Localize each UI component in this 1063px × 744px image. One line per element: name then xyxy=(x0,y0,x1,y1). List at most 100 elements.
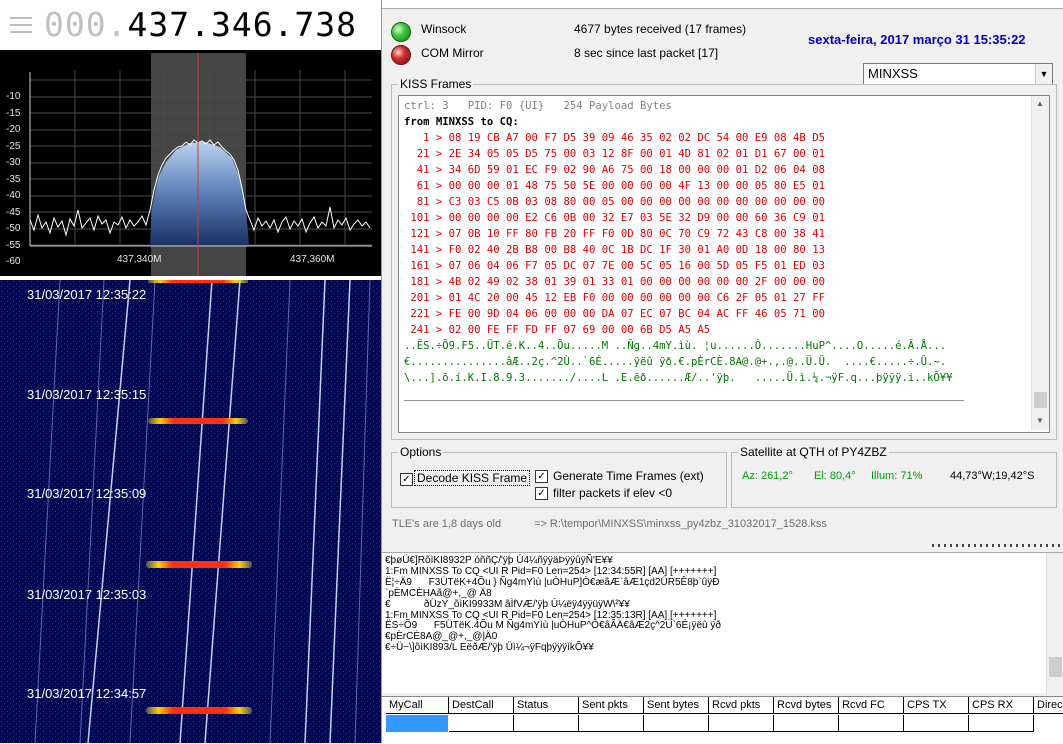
mhz-label-right: 437,360M xyxy=(290,254,335,265)
hex-line: 21 > 2E 34 05 05 D5 75 00 03 12 8F 00 01… xyxy=(404,148,825,160)
terminal-line: € ðÜzY_õìKI9933M ãÌfVÆ/'ÿþ Ú¼ëÿ4ÿÿüÿW\²¥… xyxy=(385,598,630,610)
db-label-10: -10 xyxy=(6,91,21,102)
db-label-45: -45 xyxy=(6,207,21,218)
tle-age-text: TLE's are 1,8 days old xyxy=(392,518,502,530)
db-label-35: -35 xyxy=(6,174,21,185)
col-status[interactable]: Status xyxy=(514,697,579,714)
timestamp-2: 31/03/2017 12:35:15 xyxy=(27,387,147,402)
window-titlebar[interactable] xyxy=(382,0,1063,9)
db-label-40: -40 xyxy=(6,190,21,201)
grid-cell[interactable] xyxy=(514,715,579,732)
log-file-path: => R:\tempor\MINXSS\minxss_py4zbz_310320… xyxy=(534,518,827,530)
splitter-grip-icon[interactable] xyxy=(932,544,1062,547)
grid-cell[interactable] xyxy=(709,715,774,732)
decode-kiss-label[interactable]: Decode KISS Frame xyxy=(414,470,531,486)
since-last-packet-text: 8 sec since last packet [17] xyxy=(574,46,719,60)
col-destcall[interactable]: DestCall xyxy=(449,697,514,714)
col-mycall[interactable]: MyCall xyxy=(386,697,449,714)
terminal-line: `pÈMCÈHAã@+,_@ Ä8 xyxy=(385,587,492,599)
frequency-readout[interactable]: 000.437.346.738 xyxy=(44,5,357,44)
kiss-scrollbar[interactable]: ▲ ▼ xyxy=(1031,96,1049,430)
filter-packets-label[interactable]: filter packets if elev <0 xyxy=(553,486,672,500)
bytes-received-text: 4677 bytes received (17 frames) xyxy=(574,22,747,36)
hex-line: 201 > 01 4C 20 00 45 12 EB F0 00 00 00 0… xyxy=(404,292,825,304)
scroll-down-icon[interactable]: ▼ xyxy=(1036,416,1044,425)
scroll-up-icon[interactable]: ▲ xyxy=(1036,99,1044,108)
grid-cell[interactable] xyxy=(969,715,1034,732)
panel-splitter[interactable] xyxy=(382,540,1063,553)
frequency-digits: 437.346.738 xyxy=(127,5,358,44)
col-direction[interactable]: Direc xyxy=(1034,697,1063,714)
satellite-select[interactable]: MINXSS ▼ xyxy=(863,63,1053,85)
db-label-55: -55 xyxy=(6,240,21,251)
terminal-scrollbar[interactable] xyxy=(1046,553,1063,693)
satellite-select-value: MINXSS xyxy=(868,66,918,81)
position-value: 44,73°W;19,42°S xyxy=(950,470,1035,482)
db-label-20: -20 xyxy=(6,124,21,135)
kiss-from: from MINXSS to CQ: xyxy=(404,116,519,128)
chevron-down-icon[interactable]: ▼ xyxy=(1035,64,1052,84)
kiss-frames-textbox[interactable]: ctrl: 3 PID: F0 {UI} 254 Payload Bytes fr… xyxy=(398,95,1050,433)
generate-time-frames-checkbox[interactable]: ✓ xyxy=(535,470,548,483)
grid-cell[interactable] xyxy=(644,715,709,732)
timestamp-5: 31/03/2017 12:34:57 xyxy=(27,686,147,701)
hex-line: 81 > C3 03 C5 0B 03 08 80 00 05 00 00 00… xyxy=(404,196,825,208)
frequency-display[interactable]: 000.437.346.738 xyxy=(0,0,381,50)
col-rcvd-fc[interactable]: Rcvd FC xyxy=(839,697,904,714)
col-rcvd-bytes[interactable]: Rcvd bytes xyxy=(774,697,839,714)
kiss-frames-group: KISS Frames ctrl: 3 PID: F0 {UI} 254 Pay… xyxy=(391,77,1057,440)
hex-line: 241 > 02 00 FE FF FD FF 07 69 00 00 6B D… xyxy=(404,324,711,336)
hex-line: 121 > 07 0B 10 FF 80 FB 20 FF F0 0D 80 0… xyxy=(404,228,825,240)
hex-line: 141 > F0 02 40 2B B8 00 B8 40 0C 1B DC 1… xyxy=(404,244,825,256)
db-label-25: -25 xyxy=(6,141,21,152)
packet-burst-3 xyxy=(146,707,252,714)
col-cps-rx[interactable]: CPS RX xyxy=(969,697,1034,714)
grid-cell[interactable] xyxy=(904,715,969,732)
raw-packet-terminal[interactable]: €þøÜ€]RõìKI8932P óññÇ/'ÿþ Ú4¼ñÿÿäÞÿÿûÿÑ'… xyxy=(382,553,1063,693)
hex-line: 101 > 00 00 00 00 E2 C6 0B 00 32 E7 03 5… xyxy=(404,212,825,224)
packet-burst-2 xyxy=(146,561,252,568)
generate-time-frames-label[interactable]: Generate Time Frames (ext) xyxy=(553,469,704,483)
winsock-status-led-icon xyxy=(391,22,411,42)
filter-packets-checkbox[interactable]: ✓ xyxy=(535,487,548,500)
winsock-label: Winsock xyxy=(421,22,467,36)
col-rcvd-pkts[interactable]: Rcvd pkts xyxy=(709,697,774,714)
col-cps-tx[interactable]: CPS TX xyxy=(904,697,969,714)
grid-cell[interactable] xyxy=(774,715,839,732)
col-sent-pkts[interactable]: Sent pkts xyxy=(579,697,644,714)
grid-cell[interactable] xyxy=(449,715,514,732)
waterfall-display[interactable]: 31/03/2017 12:35:22 31/03/2017 12:35:15 … xyxy=(0,280,381,743)
packet-burst-top xyxy=(148,280,248,283)
grid-selected-cell[interactable] xyxy=(386,715,448,732)
db-label-30: -30 xyxy=(6,157,21,168)
decode-kiss-checkbox[interactable]: ✓ xyxy=(400,473,413,486)
hex-line: 181 > 4B 02 49 02 38 01 39 01 33 01 00 0… xyxy=(404,276,825,288)
mhz-label-left: 437,340M xyxy=(117,254,162,265)
com-mirror-label: COM Mirror xyxy=(421,46,484,60)
grid-cell[interactable] xyxy=(579,715,644,732)
grid-cell[interactable] xyxy=(839,715,904,732)
status-area: Winsock COM Mirror 4677 bytes received (… xyxy=(382,9,1063,85)
terminal-scroll-thumb[interactable] xyxy=(1049,657,1062,677)
spectrum-plot[interactable]: -10 -15 -20 -25 -30 -35 -40 -45 -50 -55 … xyxy=(0,50,381,276)
kiss-decoder-window: Winsock COM Mirror 4677 bytes received (… xyxy=(381,0,1063,744)
spectrum-svg xyxy=(29,53,372,276)
hex-line: 1 > 08 19 CB A7 00 F7 D5 39 09 46 35 02 … xyxy=(404,132,825,144)
db-label-50: -50 xyxy=(6,223,21,234)
packet-burst-1 xyxy=(148,418,248,424)
kiss-scroll-thumb[interactable] xyxy=(1034,392,1047,408)
waterfall-noise xyxy=(0,280,381,743)
kiss-frames-title: KISS Frames xyxy=(398,77,474,91)
db-label-15: -15 xyxy=(6,108,21,119)
waterfall-svg xyxy=(0,280,381,743)
hex-line: 161 > 07 06 04 06 F7 05 DC 07 7E 00 5C 0… xyxy=(404,260,825,272)
sdr-window: 000.437.346.738 -10 -15 -20 -25 -30 -35 … xyxy=(0,0,381,743)
frequency-dim-digits: 000. xyxy=(44,5,128,44)
kiss-separator xyxy=(404,400,964,401)
illumination-value: Illum: 71% xyxy=(871,470,923,482)
col-sent-bytes[interactable]: Sent bytes xyxy=(644,697,709,714)
com-mirror-status-led-icon[interactable] xyxy=(391,45,411,65)
hex-line: 221 > FE 00 9D 04 06 00 00 00 DA 07 EC 0… xyxy=(404,308,825,320)
kiss-frames-content: ctrl: 3 PID: F0 {UI} 254 Payload Bytes fr… xyxy=(404,98,953,386)
hamburger-menu-icon[interactable] xyxy=(10,17,32,33)
